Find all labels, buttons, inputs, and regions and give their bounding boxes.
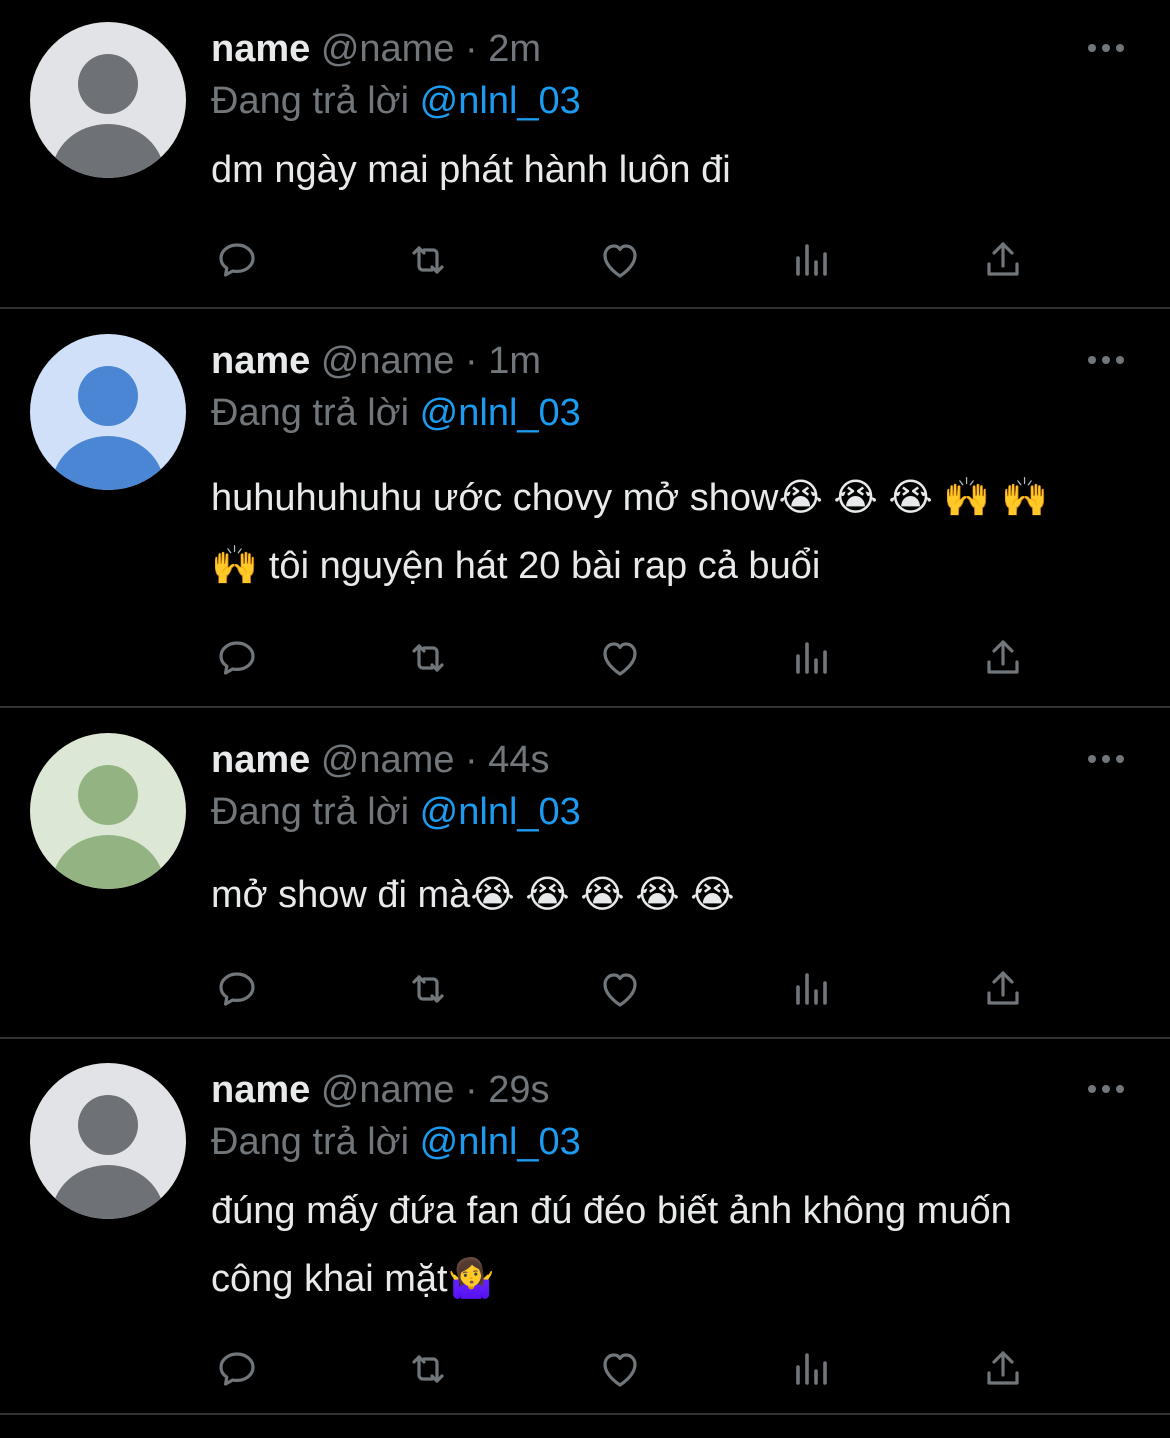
more-options-icon[interactable] bbox=[1086, 352, 1126, 368]
retweet-icon bbox=[412, 1355, 444, 1383]
reply-icon bbox=[219, 1352, 255, 1386]
timestamp[interactable]: 2m bbox=[488, 28, 541, 70]
reply-handle-link[interactable]: @nlnl_03 bbox=[420, 80, 581, 122]
replying-to: Đang trả lời @nlnl_03 bbox=[211, 78, 581, 124]
default-avatar-icon bbox=[30, 1063, 186, 1219]
avatar[interactable] bbox=[30, 334, 186, 490]
reply-button[interactable] bbox=[211, 1343, 263, 1395]
avatar[interactable] bbox=[30, 22, 186, 178]
user-handle[interactable]: @name bbox=[321, 1069, 455, 1111]
replying-to: Đang trả lời @nlnl_03 bbox=[211, 789, 581, 835]
separator-dot: · bbox=[465, 1069, 478, 1111]
tweet-text: mở show đi mà😭 😭 😭 😭 😭 bbox=[211, 874, 735, 916]
tweet-reply[interactable]: name @name · 2m Đang trả lời @nlnl_03 dm… bbox=[0, 0, 1170, 309]
like-icon bbox=[603, 973, 637, 1007]
retweet-icon bbox=[412, 975, 444, 1003]
timestamp[interactable]: 44s bbox=[488, 739, 549, 781]
like-button[interactable] bbox=[594, 1343, 646, 1395]
tweet-actions bbox=[0, 234, 1170, 286]
user-handle[interactable]: @name bbox=[321, 739, 455, 781]
like-icon bbox=[603, 642, 637, 676]
reply-icon bbox=[219, 641, 255, 675]
tweet-reply[interactable]: name @name · 29s Đang trả lời @nlnl_03 đ… bbox=[0, 1039, 1170, 1415]
reply-handle-link[interactable]: @nlnl_03 bbox=[420, 791, 581, 833]
share-icon bbox=[987, 971, 1019, 1005]
tweet-header: name @name · 1m bbox=[211, 338, 541, 384]
views-button[interactable] bbox=[786, 234, 838, 286]
display-name[interactable]: name bbox=[211, 739, 310, 781]
separator-dot: · bbox=[465, 340, 478, 382]
user-handle[interactable]: @name bbox=[321, 340, 455, 382]
default-avatar-icon bbox=[30, 733, 186, 889]
more-options-icon[interactable] bbox=[1086, 751, 1126, 767]
display-name[interactable]: name bbox=[211, 340, 310, 382]
share-icon bbox=[987, 1351, 1019, 1385]
tweet-actions bbox=[0, 963, 1170, 1015]
views-button[interactable] bbox=[786, 963, 838, 1015]
like-icon bbox=[603, 244, 637, 278]
share-icon bbox=[987, 242, 1019, 276]
tweet-header: name @name · 29s bbox=[211, 1067, 550, 1113]
replying-to-label: Đang trả lời bbox=[211, 1121, 410, 1163]
display-name[interactable]: name bbox=[211, 28, 310, 70]
reply-handle-link[interactable]: @nlnl_03 bbox=[420, 1121, 581, 1163]
retweet-button[interactable] bbox=[402, 632, 454, 684]
tweet-reply[interactable]: name @name · 1m Đang trả lời @nlnl_03 hu… bbox=[0, 309, 1170, 708]
share-button[interactable] bbox=[977, 963, 1029, 1015]
tweet-header: name @name · 44s bbox=[211, 737, 550, 783]
reply-button[interactable] bbox=[211, 632, 263, 684]
retweet-button[interactable] bbox=[402, 1343, 454, 1395]
reply-icon bbox=[219, 972, 255, 1006]
avatar[interactable] bbox=[30, 733, 186, 889]
like-icon bbox=[603, 1353, 637, 1387]
like-button[interactable] bbox=[594, 963, 646, 1015]
like-button[interactable] bbox=[594, 234, 646, 286]
tweet-text: huhuhuhuhu ước chovy mở show😭 😭 😭 🙌 🙌 🙌 … bbox=[211, 477, 1049, 587]
views-icon bbox=[796, 244, 827, 276]
reply-button[interactable] bbox=[211, 234, 263, 286]
replying-to-label: Đang trả lời bbox=[211, 791, 410, 833]
share-button[interactable] bbox=[977, 632, 1029, 684]
tweet-actions bbox=[0, 632, 1170, 684]
views-icon bbox=[796, 973, 827, 1005]
retweet-button[interactable] bbox=[402, 234, 454, 286]
user-handle[interactable]: @name bbox=[321, 28, 455, 70]
timestamp[interactable]: 1m bbox=[488, 340, 541, 382]
replying-to-label: Đang trả lời bbox=[211, 80, 410, 122]
separator-dot: · bbox=[465, 28, 478, 70]
retweet-icon bbox=[412, 246, 444, 274]
tweet-text: dm ngày mai phát hành luôn đi bbox=[211, 149, 731, 191]
default-avatar-icon bbox=[30, 22, 186, 178]
avatar[interactable] bbox=[30, 1063, 186, 1219]
views-button[interactable] bbox=[786, 632, 838, 684]
views-icon bbox=[796, 642, 827, 674]
views-icon bbox=[796, 1353, 827, 1385]
timestamp[interactable]: 29s bbox=[488, 1069, 549, 1111]
more-options-icon[interactable] bbox=[1086, 1081, 1126, 1097]
reply-icon bbox=[219, 243, 255, 277]
replying-to: Đang trả lời @nlnl_03 bbox=[211, 390, 581, 436]
views-button[interactable] bbox=[786, 1343, 838, 1395]
reply-handle-link[interactable]: @nlnl_03 bbox=[420, 392, 581, 434]
default-avatar-icon bbox=[30, 334, 186, 490]
share-button[interactable] bbox=[977, 1343, 1029, 1395]
share-icon bbox=[987, 640, 1019, 674]
separator-dot: · bbox=[465, 739, 478, 781]
tweet-text: đúng mấy đứa fan đú đéo biết ảnh không m… bbox=[211, 1190, 1012, 1300]
tweet-actions bbox=[0, 1343, 1170, 1395]
retweet-icon bbox=[412, 644, 444, 672]
replying-to: Đang trả lời @nlnl_03 bbox=[211, 1119, 581, 1165]
tweet-header: name @name · 2m bbox=[211, 26, 541, 72]
like-button[interactable] bbox=[594, 632, 646, 684]
tweet-reply[interactable]: name @name · 44s Đang trả lời @nlnl_03 m… bbox=[0, 708, 1170, 1039]
display-name[interactable]: name bbox=[211, 1069, 310, 1111]
more-options-icon[interactable] bbox=[1086, 40, 1126, 56]
share-button[interactable] bbox=[977, 234, 1029, 286]
replying-to-label: Đang trả lời bbox=[211, 392, 410, 434]
reply-button[interactable] bbox=[211, 963, 263, 1015]
retweet-button[interactable] bbox=[402, 963, 454, 1015]
